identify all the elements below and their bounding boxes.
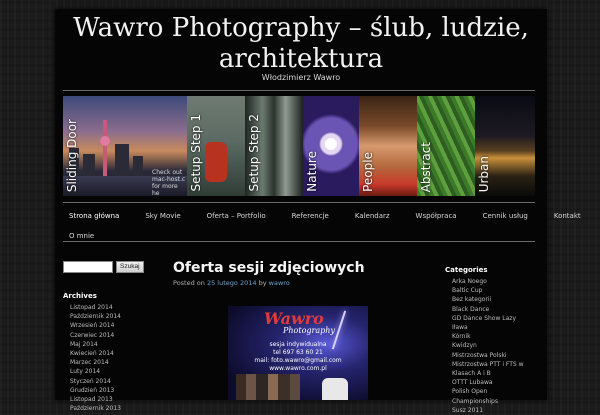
search-button[interactable]: Szukaj [116, 261, 144, 273]
nav-item-contact[interactable]: Kontakt [541, 212, 594, 220]
category-link[interactable]: Polish Open [452, 387, 524, 396]
slider-panel-urban[interactable]: Urban [475, 96, 535, 196]
building-shape [133, 156, 143, 178]
archive-link[interactable]: Marzec 2014 [70, 358, 121, 367]
flyer-line: www.wawro.com.pl [269, 365, 327, 372]
slider-note: Check out mac-host.c for more he [152, 169, 187, 196]
site-title[interactable]: Wawro Photography – ślub, ludzie, archit… [55, 13, 547, 75]
slider-note-line: for more he [152, 183, 178, 196]
post-meta: Posted on 25 lutego 2014 by wawro [173, 279, 290, 287]
categories-heading: Categories [445, 266, 488, 274]
nav-item-home[interactable]: Strona główna [63, 212, 132, 220]
nav-bottom-divider [63, 241, 535, 242]
slider-label: People [361, 152, 375, 192]
nav-top-divider [63, 202, 535, 203]
post-title[interactable]: Oferta sesji zdjęciowych [173, 260, 365, 276]
category-link[interactable]: Baltic Cup [452, 286, 524, 295]
nav-row: Strona główna Sky Movie Oferta – Portfol… [63, 207, 581, 225]
slider-label: Abstract [419, 141, 433, 192]
category-link[interactable]: Mistrzostwa PTT i FTS w [452, 360, 524, 369]
featured-slider: Check out mac-host.c for more he Sliding… [63, 96, 535, 196]
slider-panel-setup-step-2[interactable]: Setup Step 2 [245, 96, 303, 196]
slider-panel-abstract[interactable]: Abstract [417, 96, 475, 196]
archive-link[interactable]: Kwiecień 2014 [70, 349, 121, 358]
nav-row: O mnie [63, 227, 535, 245]
slider-label: Setup Step 2 [247, 114, 261, 192]
archive-link[interactable]: Grudzień 2013 [70, 386, 121, 395]
archive-link[interactable]: Wrzesień 2014 [70, 321, 121, 330]
search-input[interactable] [63, 261, 113, 273]
site-description: Włodzimierz Wawro [261, 73, 341, 82]
building-shape [115, 144, 129, 178]
nav-item-sky-movie[interactable]: Sky Movie [132, 212, 193, 220]
category-link[interactable]: Kórnik [452, 332, 524, 341]
category-link[interactable]: Kwidzyn [452, 341, 524, 350]
archive-link[interactable]: Luty 2014 [70, 367, 121, 376]
post-flyer-image[interactable]: Wawro Photography sesja indywidualna tel… [228, 306, 368, 400]
category-link[interactable]: Mistrzostwa Polski [452, 351, 524, 360]
nav-item-calendar[interactable]: Kalendarz [342, 212, 403, 220]
search-form: Szukaj [63, 261, 144, 273]
slider-label: Urban [477, 155, 491, 192]
slider-panel-sliding-door[interactable]: Check out mac-host.c for more he Sliding… [63, 96, 187, 196]
category-link[interactable]: Klasach A i B [452, 369, 524, 378]
flyer-logo-sub: Photography [283, 326, 335, 335]
categories-list: Arka Noego Baltic Cup Bez kategorii Blac… [452, 277, 524, 415]
slider-note-line: Check out [152, 169, 183, 176]
category-link[interactable]: Iława [452, 323, 524, 332]
post-date-link[interactable]: 25 lutego 2014 [207, 279, 257, 287]
main-navigation: Strona główna Sky Movie Oferta – Portfol… [63, 207, 581, 245]
flyer-line: tel 697 63 60 21 [273, 349, 323, 356]
archive-link[interactable]: Październik 2014 [70, 312, 121, 321]
slider-panel-nature[interactable]: Nature [303, 96, 359, 196]
archive-link[interactable]: Maj 2014 [70, 340, 121, 349]
nav-item-cooperation[interactable]: Współpraca [403, 212, 470, 220]
nav-item-pricing[interactable]: Cennik usług [470, 212, 541, 220]
page-container: Wawro Photography – ślub, ludzie, archit… [55, 9, 581, 414]
post-meta-label: Posted on [173, 279, 205, 287]
nav-item-references[interactable]: Referencje [279, 212, 342, 220]
archive-link[interactable]: Czerwiec 2014 [70, 331, 121, 340]
post-meta-by: by [258, 279, 267, 287]
red-lamp-shape [205, 142, 227, 182]
nav-item-offer-portfolio[interactable]: Oferta – Portfolio [194, 212, 279, 220]
tv-tower-shape [100, 120, 110, 178]
category-link[interactable]: Bez kategorii [452, 295, 524, 304]
archive-link[interactable]: Styczeń 2014 [70, 377, 121, 386]
category-link[interactable]: GD Dance Show Lazy [452, 314, 524, 323]
category-link[interactable]: OTTT Lubawa [452, 378, 524, 387]
archive-link[interactable]: Listopad 2014 [70, 303, 121, 312]
archives-heading: Archives [63, 292, 97, 300]
flyer-line: mail: foto.wawro@gmail.com [254, 357, 342, 364]
archive-link[interactable]: Październik 2013 [70, 404, 121, 413]
building-shape [83, 154, 95, 178]
portrait-photo-shape [322, 378, 348, 400]
archives-list: Listopad 2014 Październik 2014 Wrzesień … [70, 303, 121, 413]
slider-label: Setup Step 1 [189, 114, 203, 192]
slider-panel-people[interactable]: People [359, 96, 417, 196]
flyer-line: sesja indywidualna [269, 341, 327, 348]
category-link[interactable]: Championships [452, 397, 524, 406]
group-photo-shape [236, 374, 300, 400]
nav-item-about[interactable]: O mnie [63, 232, 107, 240]
category-link[interactable]: Susz 2011 [452, 406, 524, 415]
header-divider [63, 90, 535, 91]
post-author-link[interactable]: wawro [269, 279, 290, 287]
category-link[interactable]: Black Dance [452, 305, 524, 314]
slider-label: Nature [305, 151, 319, 192]
slider-panel-setup-step-1[interactable]: Setup Step 1 [187, 96, 245, 196]
slider-note-line: mac-host.c [152, 176, 186, 183]
slider-label: Sliding Door [65, 118, 79, 192]
category-link[interactable]: Arka Noego [452, 277, 524, 286]
